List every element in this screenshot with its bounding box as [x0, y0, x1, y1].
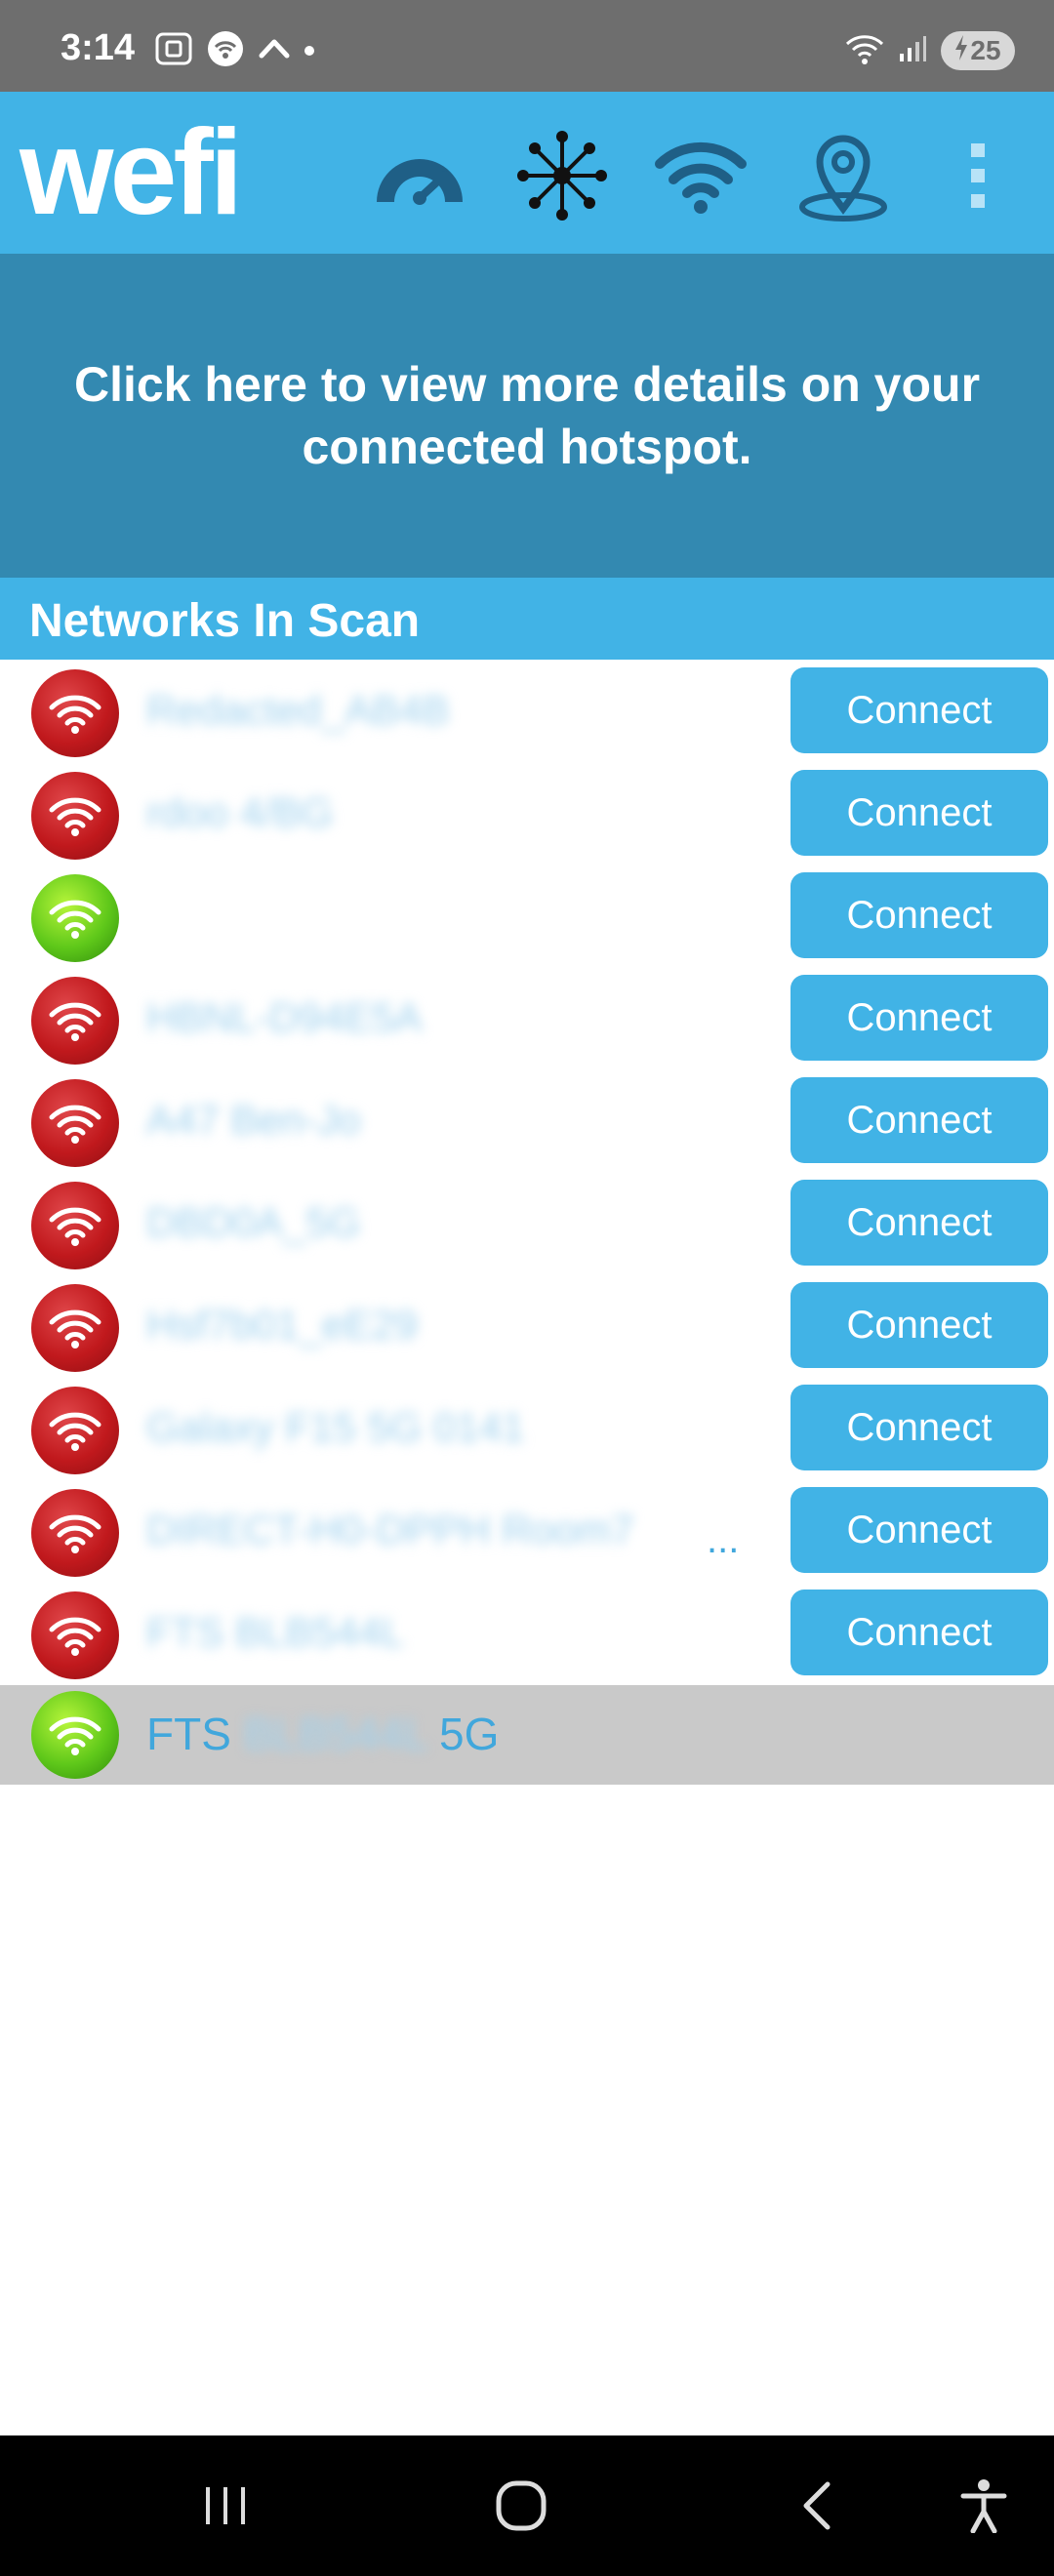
accessibility-icon[interactable]	[945, 2475, 1023, 2537]
network-row[interactable]: rdoo 4/BG Connect	[0, 762, 1054, 865]
network-ssid: Hsf7b01_eE29	[146, 1302, 418, 1348]
home-icon[interactable]	[482, 2475, 560, 2537]
wifi-signal-icon	[31, 772, 119, 860]
connect-button[interactable]: Connect	[790, 872, 1048, 958]
app-logo: wefi	[20, 105, 243, 240]
connect-button[interactable]: Connect	[790, 1180, 1048, 1266]
wifi-icon[interactable]	[652, 127, 750, 224]
location-pin-icon[interactable]	[794, 127, 892, 224]
network-ssid: DIRECT-H0-DPPH Room7	[146, 1507, 634, 1552]
network-ssid: Galaxy F15 5G 0141	[146, 1404, 525, 1450]
network-row[interactable]: DBD0A_5G Connect	[0, 1172, 1054, 1274]
network-row[interactable]: Hsf7b01_eE29 Connect	[0, 1274, 1054, 1377]
battery-charging-icon	[954, 34, 968, 67]
wifi-signal-icon	[31, 1387, 119, 1474]
overflow-menu-icon[interactable]	[929, 127, 1027, 224]
connected-ssid-suffix: 5G	[439, 1709, 500, 1759]
network-ssid: rdoo 4/BG	[146, 789, 334, 835]
recents-icon[interactable]	[187, 2475, 265, 2537]
status-time: 3:14	[61, 27, 136, 68]
system-nav-bar	[0, 2435, 1054, 2576]
network-row[interactable]: DIRECT-H0-DPPH Room7 ... Connect	[0, 1479, 1054, 1582]
connected-network-row[interactable]: FTS BLB544L 5G	[0, 1685, 1054, 1785]
connect-button[interactable]: Connect	[790, 770, 1048, 856]
status-icons-right: 25	[845, 29, 1015, 72]
wifi-signal-icon	[31, 1284, 119, 1372]
connect-button[interactable]: Connect	[790, 1385, 1048, 1470]
banner-line-2: connected hotspot.	[302, 420, 752, 474]
app-bar: wefi	[0, 92, 1054, 254]
wifi-status-icon	[845, 32, 884, 70]
connected-ssid: FTS BLB544L 5G	[146, 1707, 499, 1761]
status-icons-left	[154, 30, 314, 72]
network-ssid: HBNL-D94E5A	[146, 994, 423, 1040]
network-row[interactable]: HBNL-D94E5A Connect	[0, 967, 1054, 1069]
network-ssid: Redacted_AB4B	[146, 687, 450, 733]
connected-ssid-hidden: BLB544L	[243, 1709, 427, 1759]
network-ssid: A47 Ben-Jo	[146, 1097, 361, 1143]
wifi-signal-icon	[31, 874, 119, 962]
back-icon[interactable]	[777, 2475, 855, 2537]
network-hub-icon[interactable]	[513, 127, 611, 224]
ssid-ellipsis: ...	[707, 1518, 740, 1561]
banner-line-1: Click here to view more details on your	[73, 357, 981, 412]
connect-button[interactable]: Connect	[790, 1077, 1048, 1163]
wifi-signal-icon	[31, 1591, 119, 1679]
network-ssid: DBD0A_5G	[146, 1199, 361, 1245]
network-ssid: FTS BLB544L	[146, 1609, 404, 1655]
battery-indicator: 25	[941, 31, 1015, 70]
connect-button[interactable]: Connect	[790, 975, 1048, 1061]
wifi-signal-icon	[31, 1182, 119, 1269]
chevron-up-icon	[258, 34, 291, 68]
connect-button[interactable]: Connect	[790, 1282, 1048, 1368]
network-row[interactable]: Redacted_AB4B Connect	[0, 660, 1054, 762]
connect-button[interactable]: Connect	[790, 1590, 1048, 1675]
network-row[interactable]: FTS BLB544L Connect	[0, 1582, 1054, 1684]
hotspot-details-banner[interactable]: Click here to view more details on your …	[0, 254, 1054, 578]
dot-icon	[304, 46, 314, 56]
network-list: Redacted_AB4B Connect rdoo 4/BG Connect …	[0, 660, 1054, 1684]
wifi-signal-icon	[31, 1079, 119, 1167]
network-row[interactable]: Connect	[0, 865, 1054, 967]
network-row[interactable]: A47 Ben-Jo Connect	[0, 1069, 1054, 1172]
status-bar: 3:14 25	[0, 0, 1054, 92]
battery-level: 25	[970, 35, 1001, 65]
connect-button[interactable]: Connect	[790, 1487, 1048, 1573]
section-header: Networks In Scan	[0, 578, 1054, 660]
wifi-signal-icon	[31, 669, 119, 757]
speedometer-icon[interactable]	[371, 127, 468, 224]
wifi-signal-icon	[31, 1489, 119, 1577]
network-row[interactable]: Galaxy F15 5G 0141 Connect	[0, 1377, 1054, 1479]
wifi-signal-icon	[31, 977, 119, 1065]
hotspot-icon	[207, 30, 244, 72]
wifi-signal-icon	[31, 1691, 119, 1779]
connect-button[interactable]: Connect	[790, 667, 1048, 753]
cell-signal-icon	[898, 34, 927, 68]
screenshot-icon	[154, 31, 193, 71]
connected-ssid-prefix: FTS	[146, 1709, 231, 1759]
